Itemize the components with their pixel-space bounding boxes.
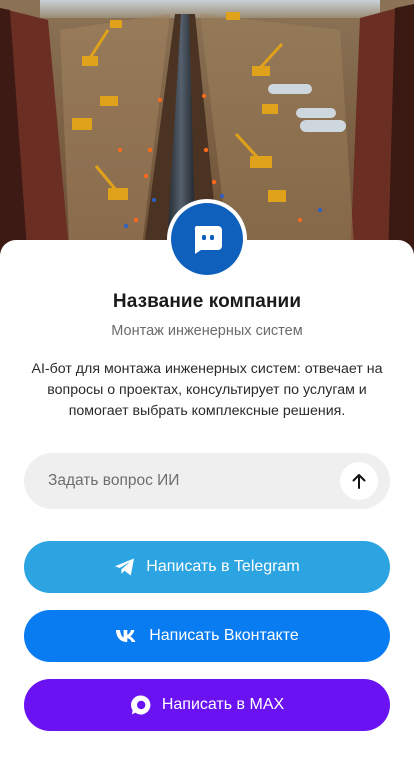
ask-ai-box (24, 453, 390, 509)
vk-button-label: Написать Вконтакте (149, 627, 299, 644)
vk-icon (115, 628, 139, 644)
telegram-button[interactable]: Написать в Telegram (24, 541, 390, 593)
logo-container (167, 199, 247, 279)
send-button[interactable] (340, 462, 378, 500)
company-subtitle: Монтаж инженерных систем (111, 323, 303, 339)
company-name: Название компании (112, 291, 302, 312)
telegram-icon (114, 557, 136, 577)
max-chat-icon (130, 694, 152, 716)
vk-button[interactable]: Написать Вконтакте (24, 610, 390, 662)
ask-ai-input[interactable] (48, 472, 340, 490)
max-button-label: Написать в MAX (161, 696, 285, 713)
telegram-button-label: Написать в Telegram (146, 558, 300, 575)
arrow-up-icon (352, 474, 366, 489)
max-button[interactable]: Написать в MAX (24, 679, 390, 731)
company-description: AI-бот для монтажа инженерных систем: от… (31, 361, 383, 419)
bot-logo-icon (171, 203, 243, 275)
